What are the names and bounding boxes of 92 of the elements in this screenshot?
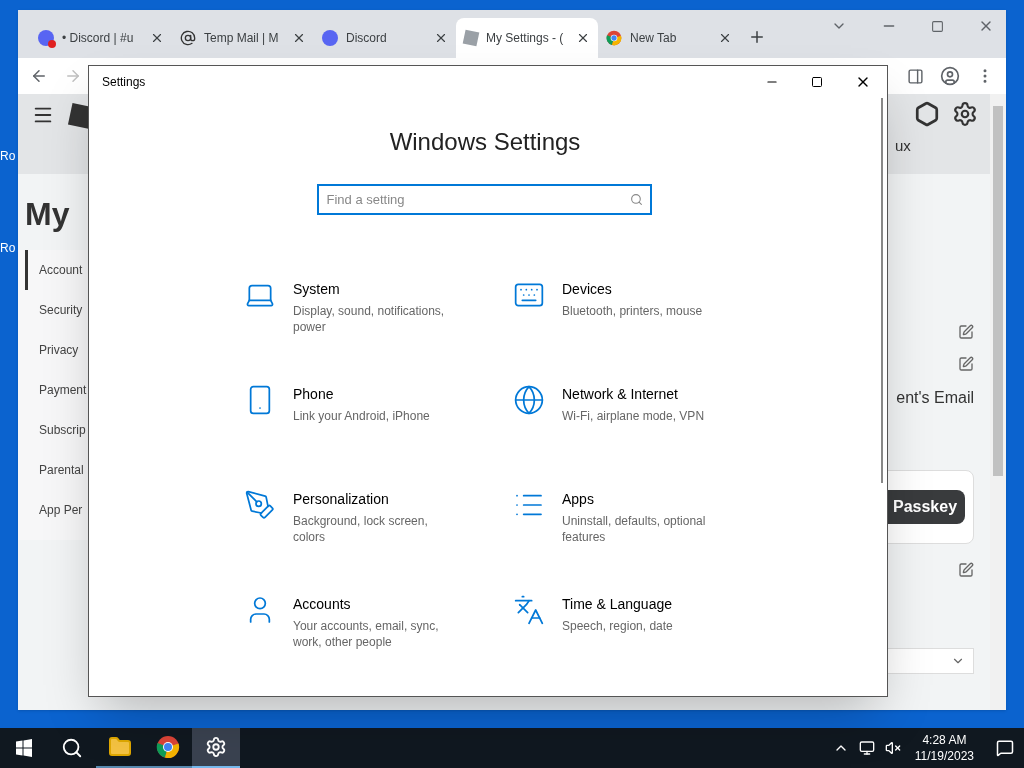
settings-category[interactable]: Time & Language Speech, region, date xyxy=(513,594,733,674)
search-icon[interactable] xyxy=(61,737,83,759)
category-description: Your accounts, email, sync, work, other people xyxy=(293,618,440,650)
close-icon[interactable] xyxy=(292,31,306,45)
new-tab-icon[interactable] xyxy=(748,28,766,46)
gear-icon xyxy=(205,736,227,758)
currency-icon[interactable] xyxy=(914,101,940,127)
category-description: Speech, region, date xyxy=(562,618,674,634)
notifications-icon[interactable] xyxy=(996,739,1014,757)
tab-title: New Tab xyxy=(630,30,678,47)
nav-item[interactable]: Security xyxy=(25,290,88,330)
window-title: Settings xyxy=(102,74,147,91)
category-name: Personalization xyxy=(293,490,390,509)
settings-icon[interactable] xyxy=(952,101,978,127)
search-icon xyxy=(629,193,643,206)
close-icon[interactable] xyxy=(434,31,448,45)
nav-item[interactable]: Privacy xyxy=(25,330,88,370)
tab-title: Discord xyxy=(346,30,388,47)
nav-item[interactable]: Payment xyxy=(25,370,88,410)
network-icon[interactable] xyxy=(858,740,875,756)
browser-tab[interactable]: New Tab xyxy=(598,18,740,58)
close-icon[interactable] xyxy=(718,31,732,45)
language-icon xyxy=(513,594,545,626)
nav-label: App Per xyxy=(39,502,83,519)
taskbar-app-button[interactable] xyxy=(192,728,240,768)
nav-item[interactable]: Subscrip xyxy=(25,410,88,450)
category-description: Link your Android, iPhone xyxy=(293,408,431,424)
category-description: Bluetooth, printers, mouse xyxy=(562,303,704,319)
category-description: Display, sound, notifications, power xyxy=(293,303,446,335)
back-icon[interactable] xyxy=(30,67,48,85)
nav-item[interactable]: Parental xyxy=(25,450,88,490)
discord-icon xyxy=(38,30,54,46)
desktop-icon-label[interactable]: Ro xyxy=(0,150,16,162)
discord-icon xyxy=(322,30,338,46)
nav-label: Payment xyxy=(39,382,87,399)
tilted-square-icon xyxy=(462,29,480,47)
email-label: ent's Email xyxy=(896,388,974,408)
close-icon[interactable] xyxy=(576,31,590,45)
category-name: Time & Language xyxy=(562,595,673,614)
side-panel-icon[interactable] xyxy=(907,67,924,85)
tab-title: • Discord | #u xyxy=(62,30,135,47)
chrome-icon xyxy=(606,30,622,46)
folder-icon xyxy=(108,735,132,759)
settings-category[interactable]: Accounts Your accounts, email, sync, work, other people xyxy=(244,594,513,674)
edit-icon[interactable] xyxy=(958,562,974,578)
category-name: Accounts xyxy=(293,595,352,614)
category-name: Devices xyxy=(562,280,613,299)
category-name: Apps xyxy=(562,490,595,509)
tab-title: Temp Mail | M xyxy=(204,30,280,47)
chrome-icon xyxy=(156,735,180,759)
settings-category[interactable]: Network & Internet Wi-Fi, airplane mode, VPN xyxy=(513,384,733,464)
at-sign-icon xyxy=(180,30,196,46)
edit-icon[interactable] xyxy=(958,356,974,372)
scrollbar-thumb[interactable] xyxy=(993,106,1003,476)
category-description: Uninstall, defaults, optional features xyxy=(562,513,707,545)
clock-date[interactable]: 11/19/2023 xyxy=(914,748,974,764)
browser-tab[interactable]: • Discord | #u xyxy=(30,18,172,58)
nav-label: Account xyxy=(39,262,83,279)
browser-tab[interactable]: Temp Mail | M xyxy=(172,18,314,58)
settings-category[interactable]: Personalization Background, lock screen, colors xyxy=(244,489,513,569)
category-name: Phone xyxy=(293,385,335,404)
settings-category[interactable]: Apps Uninstall, defaults, optional features xyxy=(513,489,733,569)
page-title: My xyxy=(24,198,71,230)
nav-item[interactable]: App Per xyxy=(25,490,88,530)
search-field[interactable]: Find a setting xyxy=(316,184,652,215)
desktop-icon-label[interactable]: Ro xyxy=(0,242,16,254)
clock-time[interactable]: 4:28 AM xyxy=(922,732,967,748)
close-icon[interactable] xyxy=(150,31,164,45)
nav-label: Parental xyxy=(39,462,84,479)
nav-label: Security xyxy=(39,302,83,319)
muted-speaker-icon[interactable] xyxy=(884,740,901,756)
edit-icon[interactable] xyxy=(958,324,974,340)
browser-tab[interactable]: Discord xyxy=(314,18,456,58)
settings-category[interactable]: System Display, sound, notifications, power xyxy=(244,279,513,359)
category-description: Background, lock screen, colors xyxy=(293,513,429,545)
browser-tab[interactable]: My Settings - ( xyxy=(456,18,598,58)
header-text: ux xyxy=(894,136,911,156)
category-name: System xyxy=(293,280,341,299)
maximize-icon[interactable] xyxy=(811,76,823,88)
settings-category[interactable]: Phone Link your Android, iPhone xyxy=(244,384,513,464)
category-description: Wi-Fi, airplane mode, VPN xyxy=(562,408,706,424)
tab-title: My Settings - ( xyxy=(486,30,565,47)
nav-label: Privacy xyxy=(39,342,79,359)
category-name: Network & Internet xyxy=(562,385,679,404)
settings-category[interactable]: Devices Bluetooth, printers, mouse xyxy=(513,279,733,359)
nav-label: Subscrip xyxy=(39,422,86,439)
pen-icon xyxy=(244,489,276,521)
passkey-button[interactable]: Passkey xyxy=(885,490,966,524)
settings-heading: Windows Settings xyxy=(389,127,581,157)
scrollbar-thumb[interactable] xyxy=(881,98,883,483)
globe-icon xyxy=(513,384,545,416)
profile-icon[interactable] xyxy=(940,66,960,86)
